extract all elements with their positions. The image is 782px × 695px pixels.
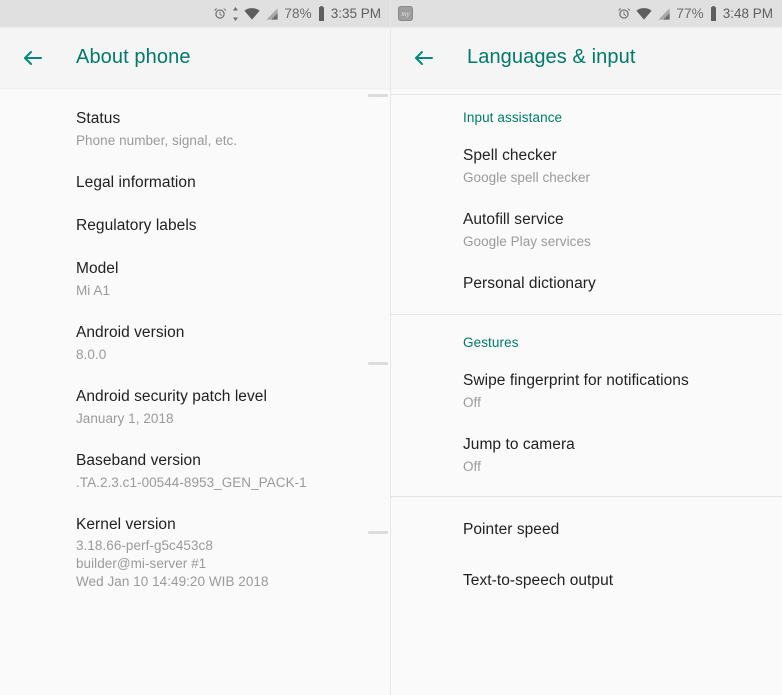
list-item[interactable]: Jump to camera Off — [463, 416, 764, 480]
right-battery-percent: 77% — [676, 5, 704, 21]
right-page-title: Languages & input — [467, 46, 636, 68]
left-page-title: About phone — [76, 46, 191, 68]
list-item[interactable]: Android security patch level January 1, … — [76, 368, 372, 432]
left-scroll-indicator[interactable] — [368, 362, 388, 365]
list-item-subtitle: January 1, 2018 — [76, 411, 174, 426]
list-item-subtitle: Google spell checker — [463, 170, 591, 185]
list-item-title: Spell checker — [463, 147, 557, 164]
section-header-input-assistance: Input assistance — [463, 110, 563, 125]
back-arrow-icon — [24, 50, 42, 65]
cell-signal-icon — [658, 7, 670, 20]
list-item-title: Kernel version — [76, 516, 176, 533]
list-item-subtitle: Off — [463, 395, 481, 410]
list-item[interactable]: Swipe fingerprint for notifications Off — [463, 352, 764, 416]
battery-icon — [318, 6, 324, 21]
alarm-icon — [214, 7, 227, 19]
list-item-title: Status — [76, 110, 121, 127]
list-item[interactable]: Model Mi A1 — [76, 240, 372, 304]
right-back-button[interactable] — [405, 39, 443, 77]
data-transfer-icon — [233, 6, 239, 21]
list-item-subtitle: Google Play services — [463, 234, 591, 249]
list-item[interactable]: Baseband version .TA.2.3.c1-00544-8953_G… — [76, 432, 372, 496]
list-item-subtitle: 3.18.66-perf-g5c453c8 builder@mi-server … — [76, 538, 269, 589]
left-clock: 3:35 PM — [330, 6, 381, 21]
right-app-bar: Languages & input — [391, 27, 782, 88]
list-item[interactable]: Autofill service Google Play services — [463, 191, 764, 255]
left-status-indicators: 78% 3:35 PM — [213, 6, 381, 21]
right-phone-screen: my 77% 3:48 PM Languages & input Input a… — [391, 0, 782, 695]
back-arrow-icon — [415, 50, 433, 65]
battery-icon — [710, 6, 716, 21]
list-item-title: Regulatory labels — [76, 217, 197, 234]
right-status-notifications: my — [398, 6, 617, 21]
alarm-icon — [618, 7, 631, 19]
list-item-title: Android version — [76, 324, 185, 341]
my-app-notification-icon: my — [398, 6, 413, 21]
right-status-divider — [391, 27, 782, 29]
top-divider — [391, 94, 782, 95]
list-item-subtitle: .TA.2.3.c1-00544-8953_GEN_PACK-1 — [76, 475, 307, 490]
list-item-subtitle: Mi A1 — [76, 283, 111, 298]
list-item[interactable]: Status Phone number, signal, etc. — [76, 90, 372, 154]
list-item-title: Personal dictionary — [463, 275, 596, 292]
list-item[interactable]: Legal information — [76, 154, 372, 197]
left-status-divider — [0, 27, 390, 29]
left-battery-percent: 78% — [284, 5, 312, 21]
list-item[interactable]: Regulatory labels — [76, 197, 372, 240]
list-item-subtitle: Phone number, signal, etc. — [76, 133, 238, 148]
list-item-title: Baseband version — [76, 452, 201, 469]
left-scroll-indicator[interactable] — [368, 94, 388, 97]
list-item-title: Pointer speed — [463, 521, 560, 538]
list-item-title: Android security patch level — [76, 388, 267, 405]
list-item[interactable]: Spell checker Google spell checker — [463, 127, 764, 191]
list-item-subtitle: 8.0.0 — [76, 347, 107, 362]
left-status-bar: 78% 3:35 PM — [0, 0, 390, 29]
list-item-subtitle: Off — [463, 459, 481, 474]
left-back-button[interactable] — [14, 39, 52, 77]
list-item-title: Legal information — [76, 174, 196, 191]
list-item-title: Text-to-speech output — [463, 572, 614, 589]
section-header-gestures: Gestures — [463, 335, 519, 350]
cell-signal-icon — [266, 7, 278, 20]
list-item-title: Jump to camera — [463, 436, 575, 453]
right-status-bar: my 77% 3:48 PM — [391, 0, 782, 29]
list-item-title: Autofill service — [463, 211, 564, 228]
about-phone-list[interactable]: Status Phone number, signal, etc. Legal … — [0, 90, 390, 695]
list-item[interactable]: Android version 8.0.0 — [76, 304, 372, 368]
dual-screenshot-composite: 78% 3:35 PM About phone Status Phone num… — [0, 0, 782, 695]
right-clock: 3:48 PM — [722, 6, 773, 21]
languages-input-list[interactable]: Input assistance Spell checker Google sp… — [391, 90, 782, 695]
left-app-bar: About phone — [0, 27, 390, 88]
right-status-indicators: 77% 3:48 PM — [617, 6, 773, 21]
left-scroll-indicator[interactable] — [368, 531, 388, 534]
list-item-title: Model — [76, 260, 119, 277]
list-item-title: Swipe fingerprint for notifications — [463, 372, 689, 389]
wifi-icon — [244, 7, 260, 20]
list-item[interactable]: Text-to-speech output — [463, 544, 764, 595]
list-item[interactable]: Kernel version 3.18.66-perf-g5c453c8 bui… — [76, 496, 372, 595]
list-item[interactable]: Personal dictionary — [463, 255, 764, 298]
list-item[interactable]: Pointer speed — [463, 497, 764, 544]
left-phone-screen: 78% 3:35 PM About phone Status Phone num… — [0, 0, 391, 695]
wifi-icon — [636, 7, 652, 20]
